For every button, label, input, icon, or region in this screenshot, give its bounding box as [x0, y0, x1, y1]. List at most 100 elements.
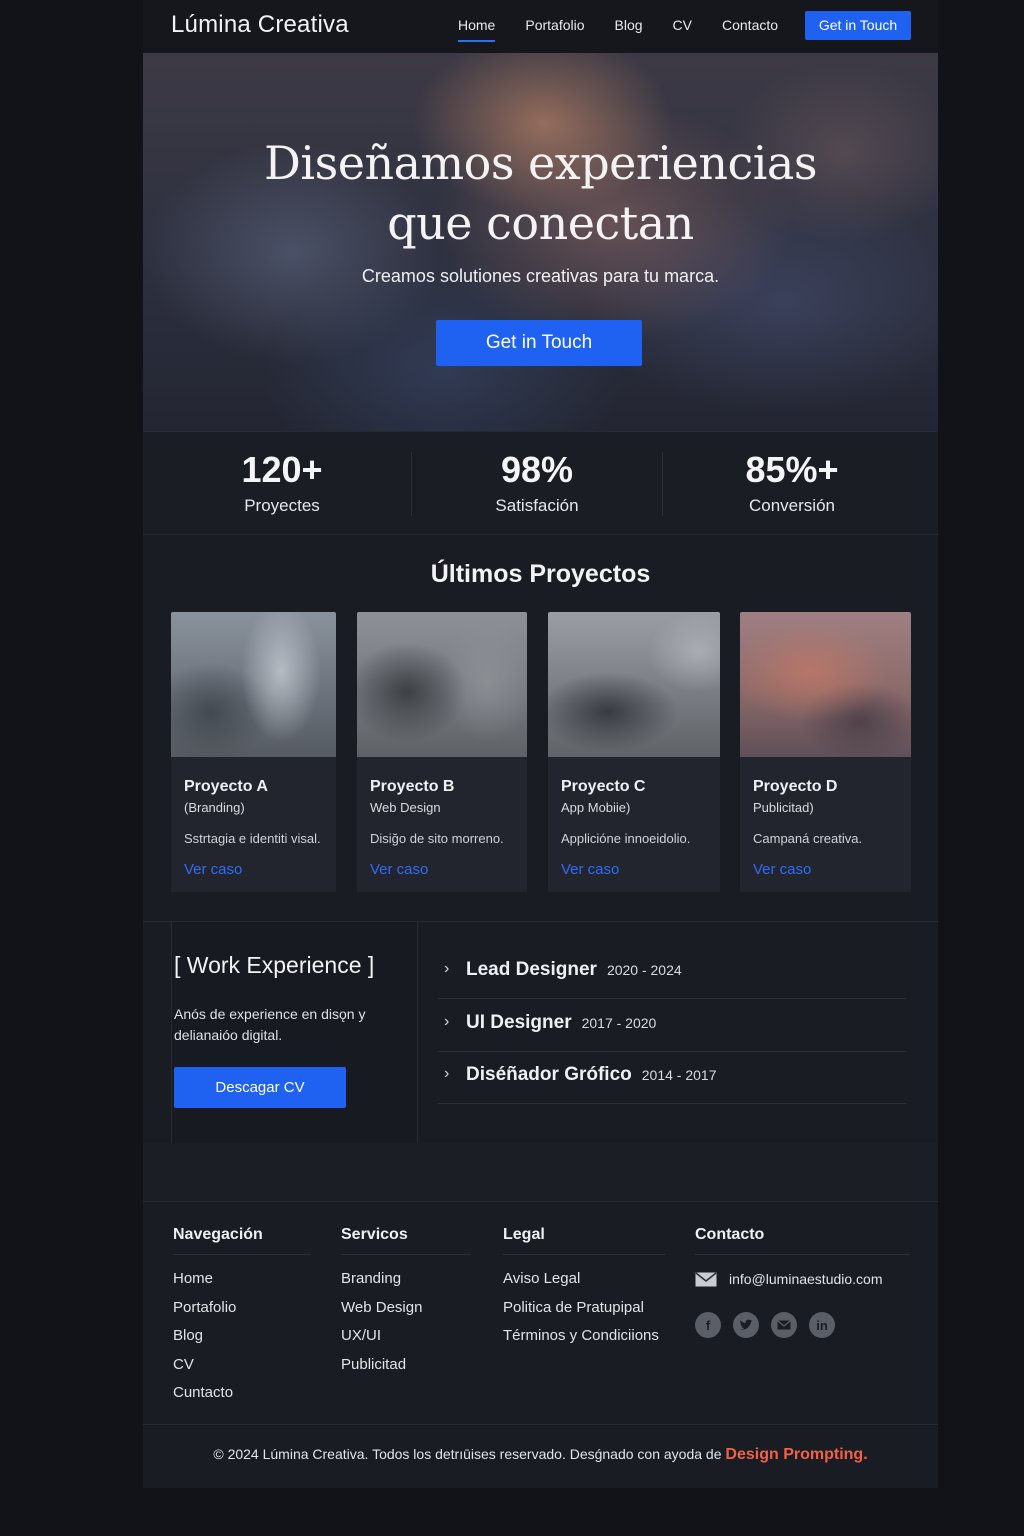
footer-link[interactable]: Términos y Condiciions [503, 1322, 665, 1351]
footer-link[interactable]: Cuntacto [173, 1379, 311, 1408]
copyright-statement: © 2024 Lúmina Creativa. Todos los detrıū… [213, 1446, 722, 1462]
project-image [357, 612, 527, 757]
project-description: Disiğo de sito morreno. [370, 831, 504, 846]
job-role: Diséñador Grófico [466, 1064, 632, 1085]
stats-bar: 120+ Proyectes 98% Satisfación 85%+ Conv… [143, 431, 938, 535]
stat-label: Proyectes [244, 496, 320, 515]
nav-get-in-touch-button[interactable]: Get in Touch [805, 11, 911, 40]
project-link[interactable]: Ver caso [184, 861, 242, 878]
chevron-right-icon: › [444, 1065, 450, 1082]
page: Lúmina Creativa Home Portafolio Blog CV … [143, 0, 938, 1488]
project-name: Proyecto B [370, 778, 455, 795]
project-category: (Branding) [184, 800, 245, 815]
projects-title: Últimos Proyectos [430, 560, 651, 588]
footer-email-row[interactable]: info@luminaestudio.com [695, 1271, 883, 1287]
project-card-d[interactable]: Proyecto D Publicitad) Campaná creativa.… [740, 612, 911, 892]
job-item-ui-designer[interactable]: › UI Designer 2017 - 2020 [438, 999, 906, 1052]
nav-link-portafolio[interactable]: Portafolio [525, 0, 584, 53]
job-item-lead-designer[interactable]: › Lead Designer 2020 - 2024 [438, 946, 906, 999]
project-name: Proyecto D [753, 778, 838, 795]
project-card-c[interactable]: Proyecto C App Mobiie) Applicióne innoei… [548, 612, 720, 892]
hero-title: Diseñamos experiencias que conectan [143, 133, 938, 253]
project-name: Proyecto A [184, 778, 268, 795]
footer-spacer-band [143, 1143, 938, 1202]
nav-links: Home Portafolio Blog CV Contacto [458, 0, 808, 53]
work-experience-section: [ Work Experience ] Anós de experience e… [143, 921, 938, 1145]
footer-col-title: Navegación [173, 1226, 311, 1255]
envelope-icon [695, 1271, 717, 1286]
footer-col-title: Contacto [695, 1226, 910, 1255]
footer-link[interactable]: Web Design [341, 1294, 471, 1323]
stat-value: 85%+ [745, 449, 839, 490]
download-cv-button[interactable]: Descagar CV [174, 1067, 346, 1108]
work-experience-description: Anós de experience en disǫn y delianaióo… [174, 1006, 366, 1043]
stat-divider [662, 452, 663, 516]
work-experience-title: [ Work Experience ] [174, 952, 375, 978]
hero-section: Diseñamos experiencias que conectan Crea… [143, 53, 938, 431]
job-role-row: Diséñador Grófico 2014 - 2017 [466, 1064, 716, 1086]
copyright-text: © 2024 Lúmina Creativa. Todos los detrıū… [143, 1446, 938, 1464]
chevron-right-icon: › [444, 960, 450, 977]
project-name: Proyecto C [561, 778, 646, 795]
project-image [171, 612, 336, 757]
stat-label: Satisfación [495, 496, 579, 515]
nav-link-contacto[interactable]: Contacto [722, 0, 778, 53]
top-nav: Lúmina Creativa Home Portafolio Blog CV … [143, 0, 938, 53]
linkedin-icon[interactable]: in [809, 1312, 835, 1338]
design-prompting-link[interactable]: Design Prompting [725, 1446, 863, 1463]
hero-title-line-1: Diseñamos experiencias [264, 136, 817, 190]
project-link[interactable]: Ver caso [370, 861, 428, 878]
project-category: Publicitad) [753, 800, 814, 815]
stat-value: 98% [500, 449, 574, 490]
brand-logo[interactable]: Lúmina Creativa [171, 11, 349, 39]
project-card-b[interactable]: Proyecto B Web Design Disiğo de sito mor… [357, 612, 527, 892]
mail-glyph [777, 1320, 791, 1330]
project-description: Sstrtagia e identiti visal. [184, 831, 321, 846]
footer-col-legal: Legal Aviso Legal Politica de Pratupipal… [503, 1226, 665, 1351]
project-category: Web Design [370, 800, 441, 815]
nav-link-home[interactable]: Home [458, 0, 496, 53]
job-role: Lead Designer [466, 959, 597, 980]
project-description: Campaná creativa. [753, 831, 863, 846]
chevron-right-icon: › [444, 1013, 450, 1030]
footer-link[interactable]: CV [173, 1351, 311, 1380]
stat-conversion: 85%+ Conversión [667, 446, 917, 516]
mail-icon[interactable] [771, 1312, 797, 1338]
hero-subtitle: Creamos solutiones creativas para tu mar… [361, 266, 720, 286]
job-years: 2020 - 2024 [606, 962, 682, 978]
footer-link[interactable]: UX/UI [341, 1322, 471, 1351]
footer-link[interactable]: Blog [173, 1322, 311, 1351]
job-years: 2014 - 2017 [641, 1067, 717, 1083]
footer-col-servicios: Servicos Branding Web Design UX/UI Publi… [341, 1226, 471, 1379]
stat-value: 120+ [241, 449, 323, 490]
nav-link-cv[interactable]: CV [673, 0, 692, 53]
job-role-row: Lead Designer 2020 - 2024 [466, 959, 682, 981]
footer-col-contacto: Contacto [695, 1226, 910, 1265]
project-card-a[interactable]: Proyecto A (Branding) Sstrtagia e identi… [171, 612, 336, 892]
job-role: UI Designer [466, 1012, 572, 1033]
footer-link[interactable]: Branding [341, 1265, 471, 1294]
job-role-row: UI Designer 2017 - 2020 [466, 1012, 656, 1034]
footer-col-title: Legal [503, 1226, 665, 1255]
facebook-icon[interactable]: f [695, 1312, 721, 1338]
footer-link[interactable]: Portafolio [173, 1294, 311, 1323]
footer-email[interactable]: info@luminaestudio.com [729, 1271, 883, 1287]
project-link[interactable]: Ver caso [561, 861, 619, 878]
hero-title-line-2: que conectan [387, 196, 694, 250]
project-image [548, 612, 720, 757]
footer-link[interactable]: Aviso Legal [503, 1265, 665, 1294]
footer-link[interactable]: Publicitad [341, 1351, 471, 1380]
footer-link[interactable]: Politica de Pratupipal [503, 1294, 665, 1323]
social-links: f in [695, 1312, 847, 1338]
footer-link[interactable]: Home [173, 1265, 311, 1294]
stat-label: Conversión [749, 496, 835, 515]
twitter-icon[interactable] [733, 1312, 759, 1338]
project-link[interactable]: Ver caso [753, 861, 811, 878]
stat-satisfaction: 98% Satisfación [412, 446, 662, 516]
job-item-disenador-grafico[interactable]: › Diséñador Grófico 2014 - 2017 [438, 1051, 906, 1104]
nav-link-blog[interactable]: Blog [615, 0, 643, 53]
footer-col-navegacion: Navegación Home Portafolio Blog CV Cunta… [173, 1226, 311, 1408]
hero-get-in-touch-button[interactable]: Get in Touch [436, 320, 642, 366]
credit-suffix: . [863, 1446, 868, 1463]
project-image [740, 612, 911, 757]
